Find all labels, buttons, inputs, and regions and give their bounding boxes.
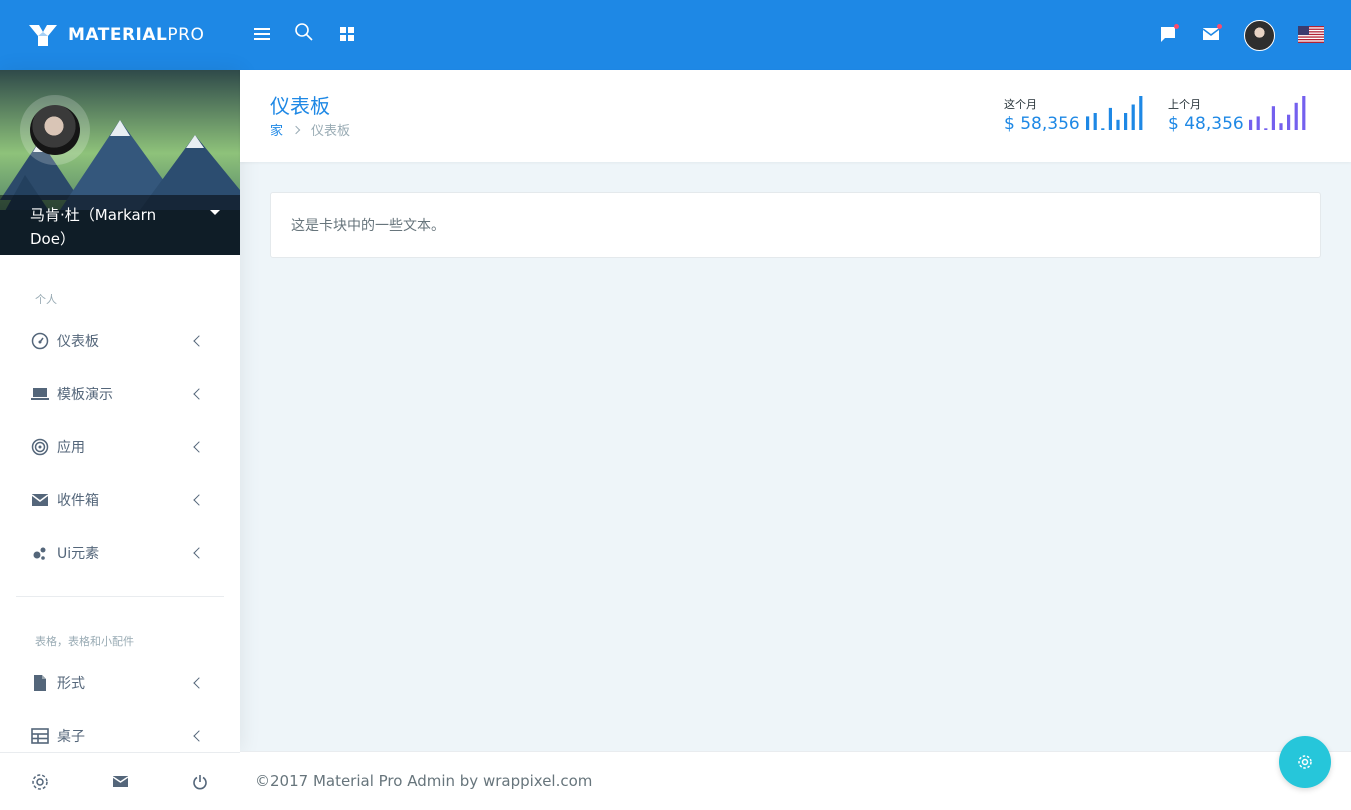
sparkline-bar xyxy=(1093,113,1097,130)
stat-value: $ 48,356 xyxy=(1168,114,1244,134)
bubbles-icon xyxy=(30,543,50,563)
power-icon xyxy=(193,774,207,789)
apps-icon[interactable] xyxy=(335,22,359,46)
sidebar-item-forms[interactable]: 形式 xyxy=(30,671,215,695)
content-card: 这是卡块中的一些文本。 xyxy=(270,192,1321,258)
nav-caption-personal: 个人 xyxy=(35,293,57,306)
chat-icon[interactable] xyxy=(1156,22,1180,46)
email-icon xyxy=(30,490,50,510)
sidebar-item-templates[interactable]: 模板演示 xyxy=(30,382,215,406)
sidebar-footer xyxy=(0,752,240,810)
nav-caption-forms: 表格，表格和小配件 xyxy=(35,635,134,648)
settings-icon xyxy=(32,773,48,790)
sparkline-bar xyxy=(1139,96,1143,130)
chevron-left-icon xyxy=(193,547,205,559)
topbar xyxy=(240,0,1351,70)
sparkline-bar xyxy=(1264,128,1268,130)
sparkline-bar xyxy=(1124,113,1128,130)
page-title-bar: 仪表板 家 仪表板 这个月 $ 58,356 上个月 $ 48,356 xyxy=(240,70,1351,162)
sidebar-item-apps[interactable]: 应用 xyxy=(30,435,215,459)
sparkline-bar xyxy=(1256,116,1260,130)
stat-last-month: 上个月 $ 48,356 xyxy=(1168,96,1244,134)
nav-divider xyxy=(16,596,224,597)
profile-name[interactable]: 马肯·杜（Markarn Doe） xyxy=(0,195,240,255)
stat-value: $ 58,356 xyxy=(1004,114,1080,134)
stat-this-month: 这个月 $ 58,356 xyxy=(1004,96,1080,134)
profile-avatar[interactable] xyxy=(20,95,90,165)
stat-label: 这个月 xyxy=(1004,98,1037,111)
sparkline-bar xyxy=(1116,119,1120,130)
chevron-right-icon xyxy=(291,125,301,134)
card-text: 这是卡块中的一些文本。 xyxy=(291,218,445,234)
breadcrumb-current: 仪表板 xyxy=(311,124,351,139)
mail-button[interactable] xyxy=(80,753,160,810)
chevron-left-icon xyxy=(193,730,205,742)
logout-button[interactable] xyxy=(160,753,240,810)
chevron-left-icon xyxy=(193,494,205,506)
brand-name: MATERIALPRO xyxy=(68,25,205,45)
stat-label: 上个月 xyxy=(1168,98,1201,111)
sparkline-bar xyxy=(1101,128,1105,130)
gauge-icon xyxy=(30,331,50,351)
breadcrumb: 家 仪表板 xyxy=(270,120,350,139)
sparkline-bar xyxy=(1287,114,1291,130)
sparkline-bar xyxy=(1294,102,1298,130)
sidebar-item-dashboard[interactable]: 仪表板 xyxy=(30,329,215,353)
sidebar-item-inbox[interactable]: 收件箱 xyxy=(30,488,215,512)
page-title: 仪表板 xyxy=(270,94,330,118)
page-footer: ©2017 Material Pro Admin by wrappixel.co… xyxy=(240,751,1351,810)
mail-icon[interactable] xyxy=(1199,22,1223,46)
sparkline-bar xyxy=(1108,107,1112,130)
menu-icon[interactable] xyxy=(250,22,274,46)
gear-icon xyxy=(1298,755,1312,769)
user-avatar[interactable] xyxy=(1244,20,1275,51)
mail-icon xyxy=(112,776,128,787)
sparkline-bar xyxy=(1131,104,1135,130)
target-icon xyxy=(30,437,50,457)
chevron-left-icon xyxy=(193,441,205,453)
sparkline-bar xyxy=(1086,116,1090,130)
breadcrumb-home-link[interactable]: 家 xyxy=(270,120,283,139)
chevron-left-icon xyxy=(193,388,205,400)
notification-dot xyxy=(1217,24,1222,29)
search-icon[interactable] xyxy=(292,20,316,44)
sidebar-item-tables[interactable]: 桌子 xyxy=(30,724,215,748)
settings-button[interactable] xyxy=(0,753,80,810)
sparkline-bar xyxy=(1271,106,1275,130)
chevron-left-icon xyxy=(193,335,205,347)
sidebar-item-ui-elements[interactable]: Ui元素 xyxy=(30,541,215,565)
file-icon xyxy=(30,673,50,693)
notification-dot xyxy=(1174,24,1179,29)
footer-text: ©2017 Material Pro Admin by wrappixel.co… xyxy=(255,772,593,790)
settings-fab-button[interactable] xyxy=(1279,736,1331,788)
table-icon xyxy=(30,726,50,746)
sparkline-this-month xyxy=(1086,96,1143,130)
user-profile: 马肯·杜（Markarn Doe） xyxy=(0,70,240,255)
logo-icon xyxy=(29,25,57,46)
sparkline-bar xyxy=(1279,123,1283,130)
chevron-down-icon xyxy=(210,210,220,215)
sparkline-last-month xyxy=(1249,96,1306,130)
chevron-left-icon xyxy=(193,677,205,689)
logo[interactable]: MATERIALPRO xyxy=(0,0,240,70)
sidebar: 马肯·杜（Markarn Doe） 个人 仪表板 模板演示 应用 收件箱 Ui元… xyxy=(0,70,240,752)
laptop-icon xyxy=(30,384,50,404)
us-flag-icon[interactable] xyxy=(1298,26,1324,43)
sparkline-bar xyxy=(1302,96,1306,130)
sparkline-bar xyxy=(1249,119,1253,130)
